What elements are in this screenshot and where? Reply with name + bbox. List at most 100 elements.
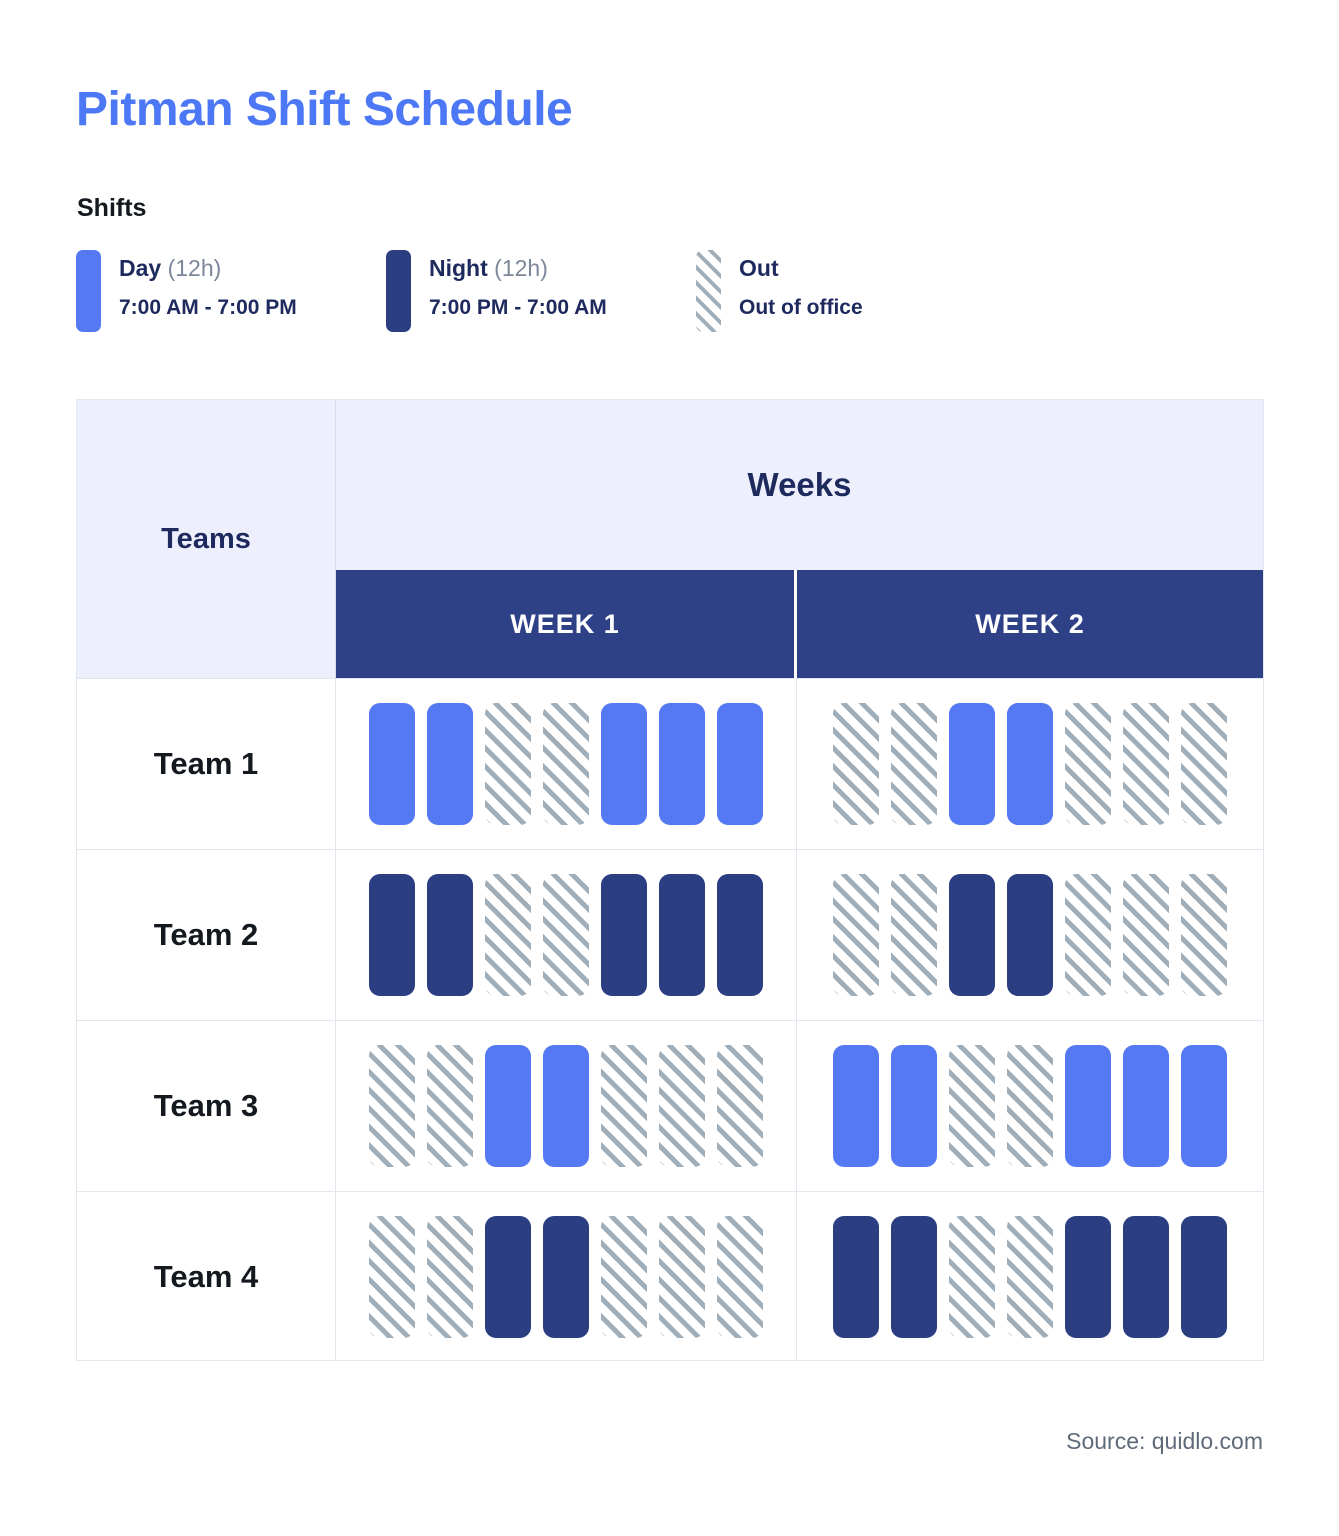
day-shift-block — [833, 1045, 879, 1167]
out-shift-block — [1123, 703, 1169, 825]
legend-item-night-duration: (12h) — [494, 255, 548, 281]
night-shift-swatch-icon — [386, 250, 411, 332]
legend-item-day-title: Day (12h) — [119, 254, 297, 283]
night-shift-block — [717, 874, 763, 996]
night-shift-block — [891, 1215, 937, 1338]
night-shift-block — [485, 1215, 531, 1338]
out-shift-block — [543, 703, 589, 825]
out-shift-block — [601, 1045, 647, 1167]
week-1-header: WEEK 1 — [336, 570, 797, 678]
day-shift-block — [601, 703, 647, 825]
legend-item-day: Day (12h) 7:00 AM - 7:00 PM — [76, 250, 297, 332]
night-shift-block — [1181, 1215, 1227, 1338]
day-shift-block — [1007, 703, 1053, 825]
out-shift-block — [427, 1045, 473, 1167]
table-header: Teams Weeks WEEK 1 WEEK 2 — [77, 400, 1263, 678]
day-shift-block — [717, 703, 763, 825]
day-shift-block — [659, 703, 705, 825]
day-shift-block — [949, 703, 995, 825]
teams-column-header: Teams — [77, 400, 336, 678]
legend-item-out-time: Out of office — [739, 295, 863, 319]
night-shift-block — [543, 1215, 589, 1338]
night-shift-block — [833, 1215, 879, 1338]
out-shift-block — [369, 1045, 415, 1167]
legend-item-out: Out Out of office — [696, 250, 863, 332]
legend-item-night-label: Night — [429, 255, 488, 281]
out-shift-block — [1007, 1215, 1053, 1338]
week-1-cell — [336, 1192, 797, 1361]
out-shift-block — [369, 1215, 415, 1338]
team-label: Team 4 — [77, 1192, 336, 1361]
table-row: Team 1 — [77, 678, 1263, 849]
legend-item-day-label: Day — [119, 255, 162, 281]
week-1-cell — [336, 850, 797, 1020]
source-credit: Source: quidlo.com — [1066, 1428, 1263, 1454]
out-shift-block — [891, 874, 937, 996]
week-2-cell — [797, 1192, 1263, 1361]
out-shift-block — [1065, 703, 1111, 825]
week-1-cell — [336, 679, 797, 849]
infographic-page: Pitman Shift Schedule Shifts Day (12h) 7… — [0, 0, 1339, 1536]
legend-item-night-text: Night (12h) 7:00 PM - 7:00 AM — [429, 250, 607, 321]
schedule-table: Teams Weeks WEEK 1 WEEK 2 Team 1 Team 2 … — [76, 399, 1264, 1361]
out-shift-block — [659, 1215, 705, 1338]
out-shift-block — [717, 1215, 763, 1338]
day-shift-block — [1123, 1045, 1169, 1167]
night-shift-block — [949, 874, 995, 996]
legend-item-day-duration: (12h) — [167, 255, 222, 281]
out-shift-block — [601, 1215, 647, 1338]
out-shift-block — [891, 703, 937, 825]
out-shift-block — [1181, 874, 1227, 996]
day-shift-block — [369, 703, 415, 825]
out-shift-block — [1007, 1045, 1053, 1167]
out-shift-block — [485, 874, 531, 996]
night-shift-block — [659, 874, 705, 996]
week-2-header: WEEK 2 — [797, 570, 1263, 678]
out-shift-block — [717, 1045, 763, 1167]
legend-item-night-title: Night (12h) — [429, 254, 607, 283]
out-shift-block — [659, 1045, 705, 1167]
out-shift-block — [949, 1045, 995, 1167]
night-shift-block — [427, 874, 473, 996]
out-shift-block — [1123, 874, 1169, 996]
out-shift-block — [427, 1215, 473, 1338]
night-shift-block — [1065, 1215, 1111, 1338]
out-shift-block — [833, 703, 879, 825]
legend-item-night: Night (12h) 7:00 PM - 7:00 AM — [386, 250, 607, 332]
team-label: Team 1 — [77, 679, 336, 849]
legend-heading: Shifts — [77, 194, 147, 222]
page-title: Pitman Shift Schedule — [76, 83, 573, 136]
week-2-cell — [797, 1021, 1263, 1191]
legend-item-out-title: Out — [739, 254, 863, 283]
weeks-group-header: Weeks — [336, 400, 1263, 570]
team-label: Team 2 — [77, 850, 336, 1020]
out-shift-block — [485, 703, 531, 825]
out-shift-block — [1181, 703, 1227, 825]
day-shift-block — [1065, 1045, 1111, 1167]
table-row: Team 3 — [77, 1020, 1263, 1191]
out-of-office-swatch-icon — [696, 250, 721, 332]
legend-item-night-time: 7:00 PM - 7:00 AM — [429, 295, 607, 319]
day-shift-block — [1181, 1045, 1227, 1167]
night-shift-block — [369, 874, 415, 996]
out-shift-block — [833, 874, 879, 996]
legend: Day (12h) 7:00 AM - 7:00 PM Night (12h) … — [76, 250, 1256, 350]
legend-item-day-time: 7:00 AM - 7:00 PM — [119, 295, 297, 319]
legend-item-out-text: Out Out of office — [739, 250, 863, 321]
day-shift-block — [891, 1045, 937, 1167]
table-row: Team 4 — [77, 1191, 1263, 1361]
day-shift-block — [485, 1045, 531, 1167]
night-shift-block — [1007, 874, 1053, 996]
legend-item-day-text: Day (12h) 7:00 AM - 7:00 PM — [119, 250, 297, 321]
week-2-cell — [797, 679, 1263, 849]
day-shift-block — [543, 1045, 589, 1167]
day-shift-block — [427, 703, 473, 825]
out-shift-block — [1065, 874, 1111, 996]
out-shift-block — [543, 874, 589, 996]
night-shift-block — [1123, 1215, 1169, 1338]
legend-item-out-label: Out — [739, 255, 779, 281]
week-2-cell — [797, 850, 1263, 1020]
week-1-cell — [336, 1021, 797, 1191]
team-label: Team 3 — [77, 1021, 336, 1191]
day-shift-swatch-icon — [76, 250, 101, 332]
